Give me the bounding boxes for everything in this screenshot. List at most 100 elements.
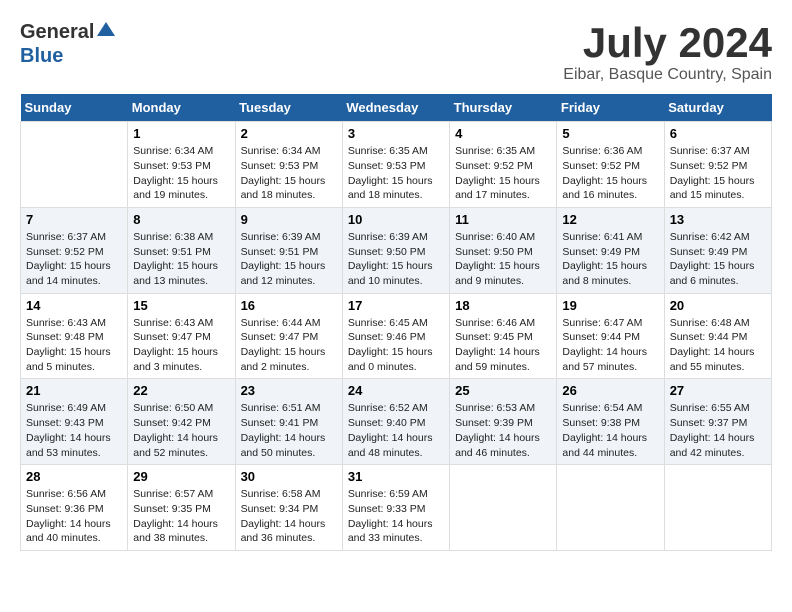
day-info: Sunrise: 6:54 AMSunset: 9:38 PMDaylight:… (562, 401, 658, 460)
day-info: Sunrise: 6:50 AMSunset: 9:42 PMDaylight:… (133, 401, 229, 460)
day-number: 22 (133, 383, 229, 398)
day-number: 31 (348, 469, 444, 484)
day-info: Sunrise: 6:58 AMSunset: 9:34 PMDaylight:… (241, 487, 337, 546)
day-info: Sunrise: 6:46 AMSunset: 9:45 PMDaylight:… (455, 316, 551, 375)
header-wednesday: Wednesday (342, 94, 449, 122)
calendar-cell: 18 Sunrise: 6:46 AMSunset: 9:45 PMDayligh… (450, 293, 557, 379)
calendar-cell: 23Sunrise: 6:51 AMSunset: 9:41 PMDayligh… (235, 379, 342, 465)
day-info: Sunrise: 6:39 AMSunset: 9:51 PMDaylight:… (241, 230, 337, 289)
calendar-cell: 24 Sunrise: 6:52 AMSunset: 9:40 PMDayligh… (342, 379, 449, 465)
calendar-cell (557, 465, 664, 551)
day-info: Sunrise: 6:44 AMSunset: 9:47 PMDaylight:… (241, 316, 337, 375)
day-info: Sunrise: 6:37 AMSunset: 9:52 PMDaylight:… (670, 144, 766, 203)
day-number: 10 (348, 212, 444, 227)
calendar-cell: 11Sunrise: 6:40 AMSunset: 9:50 PMDayligh… (450, 207, 557, 293)
calendar-cell: 3Sunrise: 6:35 AMSunset: 9:53 PMDaylight… (342, 122, 449, 208)
calendar-cell: 8Sunrise: 6:38 AMSunset: 9:51 PMDaylight… (128, 207, 235, 293)
calendar-cell: 15 Sunrise: 6:43 AMSunset: 9:47 PMDayligh… (128, 293, 235, 379)
day-number: 5 (562, 126, 658, 141)
calendar-cell: 26 Sunrise: 6:54 AMSunset: 9:38 PMDayligh… (557, 379, 664, 465)
calendar-cell: 4Sunrise: 6:35 AMSunset: 9:52 PMDaylight… (450, 122, 557, 208)
calendar-cell (450, 465, 557, 551)
day-info: Sunrise: 6:48 AMSunset: 9:44 PMDaylight:… (670, 316, 766, 375)
calendar-cell: 16 Sunrise: 6:44 AMSunset: 9:47 PMDayligh… (235, 293, 342, 379)
day-number: 23 (241, 383, 337, 398)
calendar-cell: 29 Sunrise: 6:57 AMSunset: 9:35 PMDayligh… (128, 465, 235, 551)
day-info: Sunrise: 6:35 AMSunset: 9:53 PMDaylight:… (348, 144, 444, 203)
calendar-cell: 9Sunrise: 6:39 AMSunset: 9:51 PMDaylight… (235, 207, 342, 293)
header-saturday: Saturday (664, 94, 771, 122)
day-number: 21 (26, 383, 122, 398)
calendar-cell: 1Sunrise: 6:34 AMSunset: 9:53 PMDaylight… (128, 122, 235, 208)
day-info: Sunrise: 6:34 AMSunset: 9:53 PMDaylight:… (133, 144, 229, 203)
calendar-cell: 30 Sunrise: 6:58 AMSunset: 9:34 PMDayligh… (235, 465, 342, 551)
calendar-cell: 10 Sunrise: 6:39 AMSunset: 9:50 PMDayligh… (342, 207, 449, 293)
day-info: Sunrise: 6:45 AMSunset: 9:46 PMDaylight:… (348, 316, 444, 375)
calendar-cell: 12 Sunrise: 6:41 AMSunset: 9:49 PMDayligh… (557, 207, 664, 293)
header-friday: Friday (557, 94, 664, 122)
day-info: Sunrise: 6:55 AMSunset: 9:37 PMDaylight:… (670, 401, 766, 460)
logo-blue-text: Blue (20, 45, 63, 67)
day-info: Sunrise: 6:42 AMSunset: 9:49 PMDaylight:… (670, 230, 766, 289)
day-number: 6 (670, 126, 766, 141)
calendar-cell: 20Sunrise: 6:48 AMSunset: 9:44 PMDayligh… (664, 293, 771, 379)
day-number: 29 (133, 469, 229, 484)
week-row-3: 14 Sunrise: 6:43 AMSunset: 9:48 PMDayligh… (21, 293, 772, 379)
day-number: 24 (348, 383, 444, 398)
calendar-cell (21, 122, 128, 208)
day-number: 17 (348, 298, 444, 313)
month-title: July 2024 (563, 20, 772, 66)
calendar-cell: 14 Sunrise: 6:43 AMSunset: 9:48 PMDayligh… (21, 293, 128, 379)
calendar-cell: 27Sunrise: 6:55 AMSunset: 9:37 PMDayligh… (664, 379, 771, 465)
calendar-cell: 28 Sunrise: 6:56 AMSunset: 9:36 PMDayligh… (21, 465, 128, 551)
day-number: 16 (241, 298, 337, 313)
day-number: 15 (133, 298, 229, 313)
day-info: Sunrise: 6:47 AMSunset: 9:44 PMDaylight:… (562, 316, 658, 375)
calendar-cell: 25 Sunrise: 6:53 AMSunset: 9:39 PMDayligh… (450, 379, 557, 465)
week-row-1: 1Sunrise: 6:34 AMSunset: 9:53 PMDaylight… (21, 122, 772, 208)
header: General Blue July 2024 Eibar, Basque Cou… (20, 20, 772, 84)
week-row-2: 7Sunrise: 6:37 AMSunset: 9:52 PMDaylight… (21, 207, 772, 293)
calendar-cell: 6 Sunrise: 6:37 AMSunset: 9:52 PMDaylight… (664, 122, 771, 208)
day-info: Sunrise: 6:49 AMSunset: 9:43 PMDaylight:… (26, 401, 122, 460)
header-tuesday: Tuesday (235, 94, 342, 122)
day-info: Sunrise: 6:43 AMSunset: 9:48 PMDaylight:… (26, 316, 122, 375)
day-number: 4 (455, 126, 551, 141)
day-info: Sunrise: 6:43 AMSunset: 9:47 PMDaylight:… (133, 316, 229, 375)
title-area: July 2024 Eibar, Basque Country, Spain (563, 20, 772, 84)
day-number: 11 (455, 212, 551, 227)
day-number: 28 (26, 469, 122, 484)
day-info: Sunrise: 6:34 AMSunset: 9:53 PMDaylight:… (241, 144, 337, 203)
calendar-cell: 13 Sunrise: 6:42 AMSunset: 9:49 PMDayligh… (664, 207, 771, 293)
week-row-5: 28 Sunrise: 6:56 AMSunset: 9:36 PMDayligh… (21, 465, 772, 551)
day-number: 25 (455, 383, 551, 398)
day-number: 26 (562, 383, 658, 398)
logo: General Blue (20, 20, 115, 68)
day-info: Sunrise: 6:38 AMSunset: 9:51 PMDaylight:… (133, 230, 229, 289)
day-number: 18 (455, 298, 551, 313)
day-number: 13 (670, 212, 766, 227)
calendar-cell (664, 465, 771, 551)
day-info: Sunrise: 6:37 AMSunset: 9:52 PMDaylight:… (26, 230, 122, 289)
calendar-table: Sunday Monday Tuesday Wednesday Thursday… (20, 94, 772, 551)
day-info: Sunrise: 6:56 AMSunset: 9:36 PMDaylight:… (26, 487, 122, 546)
week-row-4: 21 Sunrise: 6:49 AMSunset: 9:43 PMDayligh… (21, 379, 772, 465)
calendar-cell: 21 Sunrise: 6:49 AMSunset: 9:43 PMDayligh… (21, 379, 128, 465)
day-info: Sunrise: 6:53 AMSunset: 9:39 PMDaylight:… (455, 401, 551, 460)
day-info: Sunrise: 6:59 AMSunset: 9:33 PMDaylight:… (348, 487, 444, 546)
day-info: Sunrise: 6:39 AMSunset: 9:50 PMDaylight:… (348, 230, 444, 289)
day-number: 30 (241, 469, 337, 484)
day-info: Sunrise: 6:52 AMSunset: 9:40 PMDaylight:… (348, 401, 444, 460)
calendar-cell: 31 Sunrise: 6:59 AMSunset: 9:33 PMDayligh… (342, 465, 449, 551)
header-thursday: Thursday (450, 94, 557, 122)
day-number: 14 (26, 298, 122, 313)
calendar-cell: 17 Sunrise: 6:45 AMSunset: 9:46 PMDayligh… (342, 293, 449, 379)
header-monday: Monday (128, 94, 235, 122)
day-number: 12 (562, 212, 658, 227)
day-info: Sunrise: 6:57 AMSunset: 9:35 PMDaylight:… (133, 487, 229, 546)
weekday-header-row: Sunday Monday Tuesday Wednesday Thursday… (21, 94, 772, 122)
location-title: Eibar, Basque Country, Spain (563, 66, 772, 84)
calendar-cell: 19Sunrise: 6:47 AMSunset: 9:44 PMDayligh… (557, 293, 664, 379)
day-info: Sunrise: 6:41 AMSunset: 9:49 PMDaylight:… (562, 230, 658, 289)
header-sunday: Sunday (21, 94, 128, 122)
